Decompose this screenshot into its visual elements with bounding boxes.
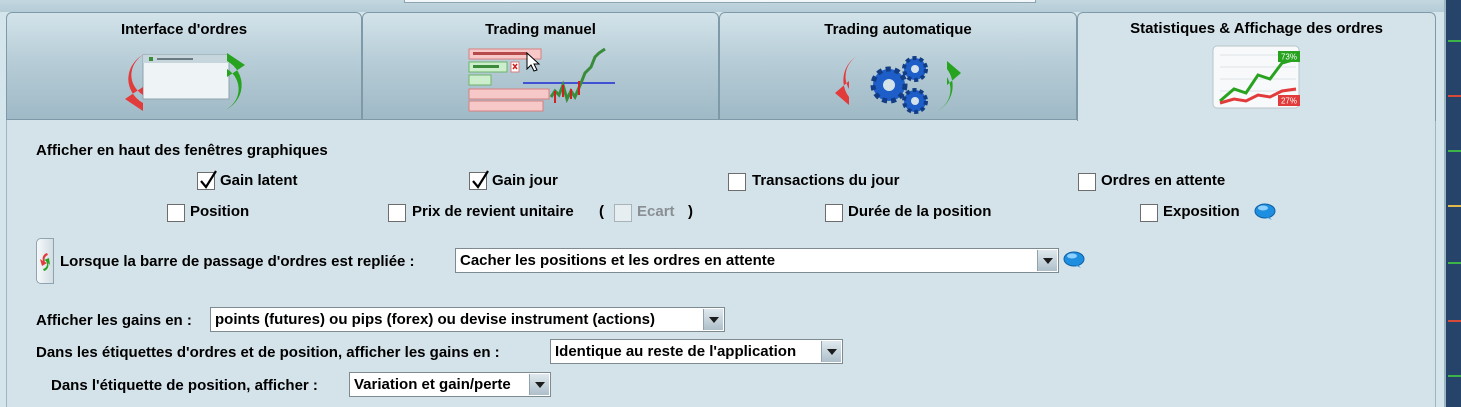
collapse-toggle-handle[interactable] xyxy=(36,238,54,284)
checkbox-gain-jour[interactable] xyxy=(469,170,489,190)
tab-label: Statistiques & Affichage des ordres xyxy=(1130,20,1383,37)
gains-unit-select[interactable]: points (futures) ou pips (forex) ou devi… xyxy=(210,307,725,332)
collapsed-bar-select[interactable]: Cacher les positions et les ordres en at… xyxy=(455,248,1059,273)
chevron-down-icon xyxy=(1037,250,1057,271)
labels-gains-value: Identique au reste de l'application xyxy=(555,343,797,360)
tab-trading-automatique[interactable]: Trading automatique xyxy=(719,12,1077,120)
label-gain-jour: Gain jour xyxy=(492,172,558,189)
tab-label: Trading manuel xyxy=(485,21,596,38)
labels-gains-select[interactable]: Identique au reste de l'application xyxy=(550,339,843,364)
checkbox-prix-de-revient[interactable] xyxy=(388,204,406,222)
chevron-down-icon xyxy=(529,374,549,395)
position-label-select[interactable]: Variation et gain/perte xyxy=(349,372,551,397)
gains-unit-value: points (futures) ou pips (forex) ou devi… xyxy=(215,311,656,328)
collapse-arrows-icon xyxy=(40,253,50,271)
checkbox-ecart[interactable] xyxy=(614,204,632,222)
automatic-trading-icon xyxy=(833,49,963,119)
chevron-down-icon xyxy=(821,341,841,362)
checkmark-icon xyxy=(200,170,217,189)
top-toolbar xyxy=(0,0,1444,12)
position-label-label: Dans l'étiquette de position, afficher : xyxy=(51,377,318,394)
info-bubble-icon[interactable] xyxy=(1254,203,1276,225)
collapsed-bar-label: Lorsque la barre de passage d'ordres est… xyxy=(60,253,415,270)
tab-label: Interface d'ordres xyxy=(120,21,248,38)
statistics-chart-icon: 73% 27% xyxy=(1212,45,1302,115)
section-title: Afficher en haut des fenêtres graphiques xyxy=(36,142,328,159)
tab-trading-manuel[interactable]: Trading manuel xyxy=(362,12,719,120)
tab-statistiques-affichage[interactable]: Statistiques & Affichage des ordres 73% … xyxy=(1077,12,1436,121)
tab-bar: Interface d'ordres Trading manuel Tradin… xyxy=(6,12,1436,121)
paren-open: ( xyxy=(599,203,604,220)
label-duree-position: Durée de la position xyxy=(848,203,992,220)
gains-unit-label: Afficher les gains en : xyxy=(36,312,192,329)
background-chart-strip xyxy=(1444,0,1461,407)
chevron-down-icon xyxy=(703,309,723,330)
label-ecart: Ecart xyxy=(637,203,675,220)
label-prix-de-revient: Prix de revient unitaire xyxy=(412,203,574,220)
checkbox-ordres-en-attente[interactable] xyxy=(1078,173,1096,191)
checkbox-position[interactable] xyxy=(167,204,185,222)
statistics-badge-red: 27% xyxy=(1280,97,1296,106)
top-input-field[interactable] xyxy=(404,0,1036,3)
label-gain-latent: Gain latent xyxy=(220,172,298,189)
position-label-value: Variation et gain/perte xyxy=(354,376,511,393)
label-exposition: Exposition xyxy=(1163,203,1240,220)
collapsed-bar-value: Cacher les positions et les ordres en at… xyxy=(460,252,776,269)
labels-gains-label: Dans les étiquettes d'ordres et de posit… xyxy=(36,344,500,361)
tab-interface-ordres[interactable]: Interface d'ordres xyxy=(6,12,362,120)
label-transactions-du-jour: Transactions du jour xyxy=(752,172,900,189)
order-interface-icon xyxy=(119,49,249,119)
checkbox-duree-position[interactable] xyxy=(825,204,843,222)
info-bubble-icon[interactable] xyxy=(1063,251,1085,273)
statistics-badge-green: 73% xyxy=(1280,53,1296,62)
tab-label: Trading automatique xyxy=(824,21,972,38)
paren-close: ) xyxy=(688,203,693,220)
checkbox-exposition[interactable] xyxy=(1140,204,1158,222)
label-ordres-en-attente: Ordres en attente xyxy=(1101,172,1226,189)
manual-trading-icon xyxy=(467,47,615,117)
label-position: Position xyxy=(190,203,250,220)
checkmark-icon xyxy=(472,170,489,189)
checkbox-transactions-du-jour[interactable] xyxy=(728,173,746,191)
checkbox-gain-latent[interactable] xyxy=(197,170,217,190)
